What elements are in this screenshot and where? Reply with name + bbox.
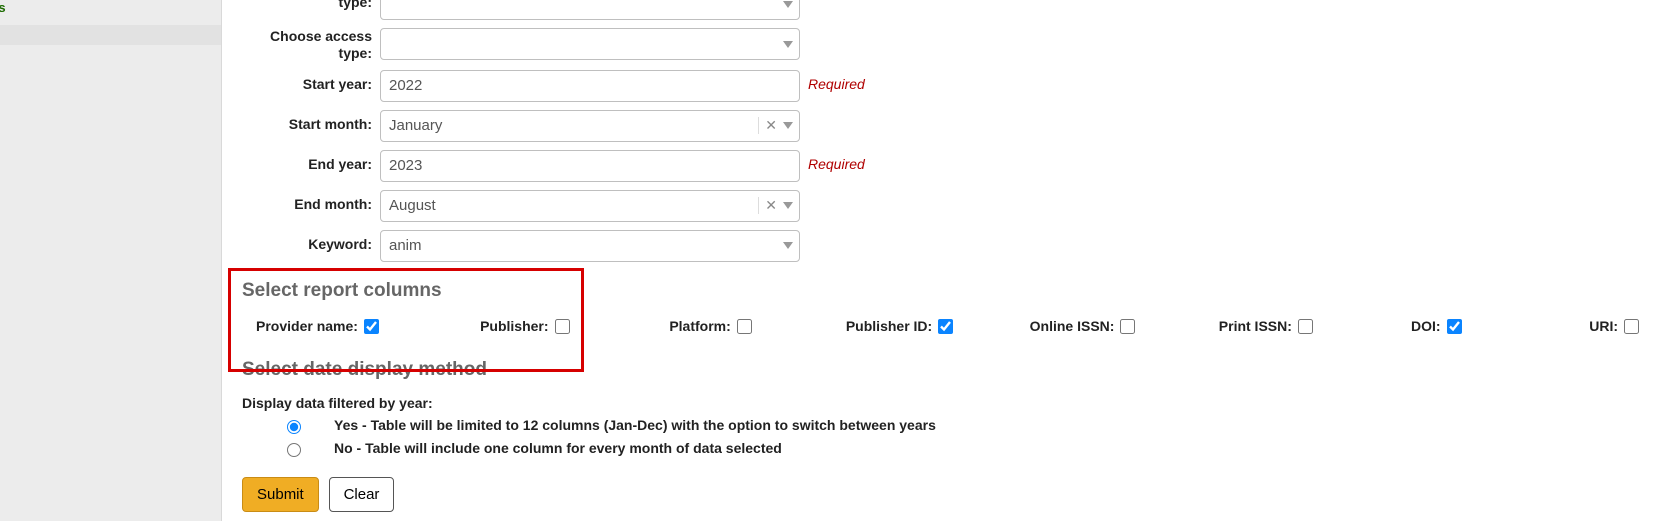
start-month-label: Start month: (242, 110, 380, 133)
filter-by-year-no-label: No - Table will include one column for e… (334, 440, 782, 456)
access-type-select[interactable] (380, 28, 800, 60)
keyword-label: Keyword: (242, 230, 380, 253)
sidebar-active-highlight (0, 25, 221, 45)
platform-label: Platform: (669, 318, 730, 334)
start-year-label: Start year: (242, 70, 380, 93)
required-badge: Required (808, 70, 865, 92)
access-type-label: Choose access type: (242, 28, 380, 62)
chevron-down-icon (783, 122, 793, 129)
clear-icon[interactable]: ✕ (765, 197, 777, 214)
end-year-input[interactable] (380, 150, 800, 182)
online-issn-label: Online ISSN: (1030, 318, 1115, 334)
clear-icon[interactable]: ✕ (765, 117, 777, 134)
publisher-id-checkbox[interactable] (938, 319, 953, 334)
end-year-label: End year: (242, 150, 380, 173)
doi-label: DOI: (1411, 318, 1441, 334)
provider-name-label: Provider name: (256, 318, 358, 334)
publisher-checkbox[interactable] (555, 319, 570, 334)
provider-name-checkbox[interactable] (364, 319, 379, 334)
filter-by-year-yes-radio[interactable] (287, 420, 301, 434)
columns-options-row: Provider name: Publisher: Platform: Publ… (242, 316, 1642, 337)
publisher-id-label: Publisher ID: (846, 318, 932, 334)
uri-checkbox[interactable] (1624, 319, 1639, 334)
print-issn-checkbox[interactable] (1298, 319, 1313, 334)
end-month-select[interactable]: August ✕ (380, 190, 800, 222)
type-label: type: (242, 0, 380, 11)
required-badge: Required (808, 150, 865, 172)
sidebar: ts (0, 0, 222, 521)
type-select[interactable] (380, 0, 800, 20)
start-month-select[interactable]: January ✕ (380, 110, 800, 142)
chevron-down-icon (783, 242, 793, 249)
date-display-heading: Select date display method (242, 359, 1642, 381)
chevron-down-icon (783, 202, 793, 209)
online-issn-checkbox[interactable] (1120, 319, 1135, 334)
clear-button[interactable]: Clear (329, 477, 395, 512)
print-issn-label: Print ISSN: (1219, 318, 1292, 334)
keyword-select[interactable]: anim (380, 230, 800, 262)
start-year-input[interactable] (380, 70, 800, 102)
uri-label: URI: (1589, 318, 1618, 334)
filter-by-year-yes-label: Yes - Table will be limited to 12 column… (334, 417, 936, 433)
filter-by-year-no-radio[interactable] (287, 443, 301, 457)
sidebar-nav-item[interactable]: ts (0, 0, 221, 21)
submit-button[interactable]: Submit (242, 477, 319, 512)
date-display-sublabel: Display data filtered by year: (242, 395, 1642, 411)
end-month-label: End month: (242, 190, 380, 213)
chevron-down-icon (783, 41, 793, 48)
columns-heading: Select report columns (242, 280, 1642, 302)
publisher-label: Publisher: (480, 318, 548, 334)
report-form: type: Choose access type: Start year: (222, 0, 1642, 521)
platform-checkbox[interactable] (737, 319, 752, 334)
chevron-down-icon (783, 1, 793, 8)
doi-checkbox[interactable] (1447, 319, 1462, 334)
